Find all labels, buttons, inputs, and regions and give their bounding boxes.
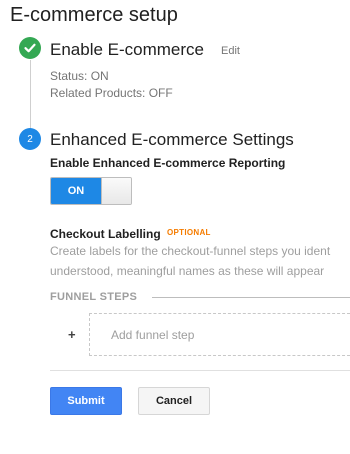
plus-icon: + [68, 327, 76, 342]
step2-title: Enhanced E-commerce Settings [50, 130, 294, 149]
add-funnel-step-placeholder: Add funnel step [111, 328, 195, 342]
related-products-text: Related Products: OFF [50, 86, 173, 100]
funnel-steps-label: FUNNEL STEPS [50, 291, 138, 303]
enhanced-reporting-label: Enable Enhanced E-commerce Reporting [50, 156, 286, 170]
actions-divider [50, 370, 350, 371]
enhanced-reporting-toggle[interactable]: ON [50, 177, 132, 205]
page-title: E-commerce setup [10, 4, 178, 26]
checkout-labelling-title: Checkout Labelling [50, 227, 161, 241]
toggle-on-label: ON [51, 178, 101, 204]
step-number-badge: 2 [19, 128, 41, 150]
cancel-button[interactable]: Cancel [138, 387, 210, 415]
edit-link[interactable]: Edit [221, 45, 240, 57]
checkout-description-line2: understood, meaningful names as these wi… [50, 264, 325, 278]
funnel-divider [152, 297, 350, 298]
status-text: Status: ON [50, 69, 109, 83]
checkout-description-line1: Create labels for the checkout-funnel st… [50, 244, 331, 258]
submit-button[interactable]: Submit [50, 387, 122, 415]
step-connector-line [30, 60, 31, 130]
check-icon [19, 37, 41, 59]
add-funnel-step-input[interactable]: Add funnel step [89, 313, 350, 356]
toggle-knob [101, 178, 131, 204]
optional-badge: OPTIONAL [167, 228, 211, 237]
step1-title: Enable E-commerce [50, 40, 205, 59]
